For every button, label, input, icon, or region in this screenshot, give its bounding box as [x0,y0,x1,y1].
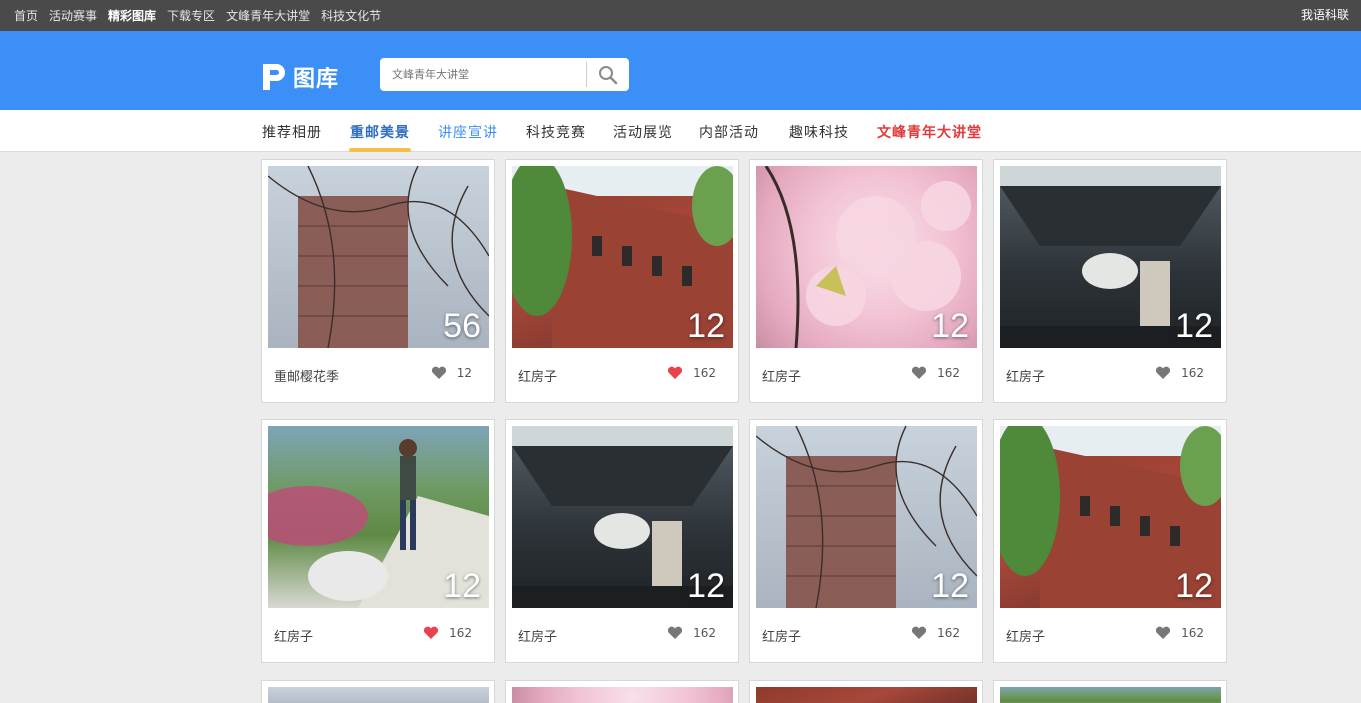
like-count: 162 [1181,626,1204,640]
album-title: 红房子 [518,370,558,385]
top-link-home[interactable]: 首页 [14,7,38,24]
tab-tech-contests[interactable]: 科技竞赛 [526,110,586,152]
like-button[interactable]: 162 [667,626,716,640]
top-right-link[interactable]: 我语科联 [1301,0,1349,31]
photo-count: 12 [931,307,969,345]
album-card-partial[interactable] [261,680,495,703]
like-button[interactable]: 162 [423,626,472,640]
album-cover: 12 [512,166,733,348]
album-cover [756,687,977,703]
album-cover: 12 [512,426,733,608]
heart-icon [1156,366,1171,379]
like-count: 162 [693,366,716,380]
search-input[interactable] [380,58,586,91]
logo-title: 图库 [293,67,340,92]
photo-count: 12 [687,307,725,345]
like-button[interactable]: 162 [667,366,716,380]
photo-count: 12 [1175,307,1213,345]
tab-lectures[interactable]: 讲座宣讲 [438,110,498,152]
like-button[interactable]: 12 [431,366,472,380]
album-title: 红房子 [1006,370,1046,385]
tab-wenfeng-lecture[interactable]: 文峰青年大讲堂 [877,110,982,152]
album-cover: 12 [1000,426,1221,608]
album-card[interactable]: 12 红房子 162 [505,159,739,403]
photo-count: 56 [443,307,481,345]
search-icon [599,65,618,84]
album-title: 重邮樱花季 [274,370,340,385]
top-link-tech-festival[interactable]: 科技文化节 [321,7,381,24]
album-title: 红房子 [1006,630,1046,645]
album-card[interactable]: 12 红房子 162 [261,419,495,663]
header: 图库 [0,31,1361,110]
like-button[interactable]: 162 [911,366,960,380]
album-card[interactable]: 12 红房子 162 [505,419,739,663]
like-count: 162 [449,626,472,640]
logo[interactable]: 图库 [263,61,339,93]
album-card[interactable]: 12 红房子 162 [749,159,983,403]
like-button[interactable]: 162 [1155,626,1204,640]
search-box [380,58,629,91]
album-card[interactable]: 12 红房子 162 [749,419,983,663]
album-card[interactable]: 12 红房子 162 [993,159,1227,403]
like-count: 12 [456,366,472,380]
tab-fun-tech[interactable]: 趣味科技 [789,110,849,152]
photo-count: 12 [443,567,481,605]
album-card[interactable]: 12 红房子 162 [993,419,1227,663]
album-title: 红房子 [518,630,558,645]
album-card-partial[interactable] [993,680,1227,703]
album-cover: 12 [756,426,977,608]
like-count: 162 [693,626,716,640]
album-cover: 12 [1000,166,1221,348]
photo-count: 12 [687,567,725,605]
like-count: 162 [937,366,960,380]
tab-campus-scenery[interactable]: 重邮美景 [349,110,411,152]
top-link-gallery[interactable]: 精彩图库 [108,7,156,24]
heart-icon [424,626,439,639]
heart-icon [668,366,683,379]
photo-count: 12 [931,567,969,605]
heart-icon [668,626,683,639]
top-nav: 首页 活动赛事 精彩图库 下载专区 文峰青年大讲堂 科技文化节 [14,0,392,31]
top-link-events[interactable]: 活动赛事 [49,7,97,24]
heart-icon [912,366,927,379]
album-cover: 12 [756,166,977,348]
album-title: 红房子 [762,370,802,385]
top-bar: 首页 活动赛事 精彩图库 下载专区 文峰青年大讲堂 科技文化节 我语科联 [0,0,1361,31]
album-cover [1000,687,1221,703]
album-cover: 56 [268,166,489,348]
heart-icon [431,366,446,379]
like-count: 162 [937,626,960,640]
tab-exhibitions[interactable]: 活动展览 [613,110,673,152]
tab-recommended-albums[interactable]: 推荐相册 [262,110,322,152]
search-button[interactable] [587,58,629,91]
album-cover [512,687,733,703]
heart-icon [912,626,927,639]
photo-count: 12 [1175,567,1213,605]
like-button[interactable]: 162 [1155,366,1204,380]
heart-icon [1156,626,1171,639]
album-card[interactable]: 56 重邮樱花季 12 [261,159,495,403]
top-link-downloads[interactable]: 下载专区 [167,7,215,24]
album-card-partial[interactable] [749,680,983,703]
top-link-lecture-hall[interactable]: 文峰青年大讲堂 [226,7,310,24]
album-title: 红房子 [274,630,314,645]
album-card-partial[interactable] [505,680,739,703]
like-count: 162 [1181,366,1204,380]
album-title: 红房子 [762,630,802,645]
album-cover: 12 [268,426,489,608]
like-button[interactable]: 162 [911,626,960,640]
logo-p-icon [263,64,285,90]
album-cover [268,687,489,703]
tab-internal-events[interactable]: 内部活动 [699,110,759,152]
category-bar: 推荐相册 重邮美景 讲座宣讲 科技竞赛 活动展览 内部活动 趣味科技 文峰青年大… [0,110,1361,152]
